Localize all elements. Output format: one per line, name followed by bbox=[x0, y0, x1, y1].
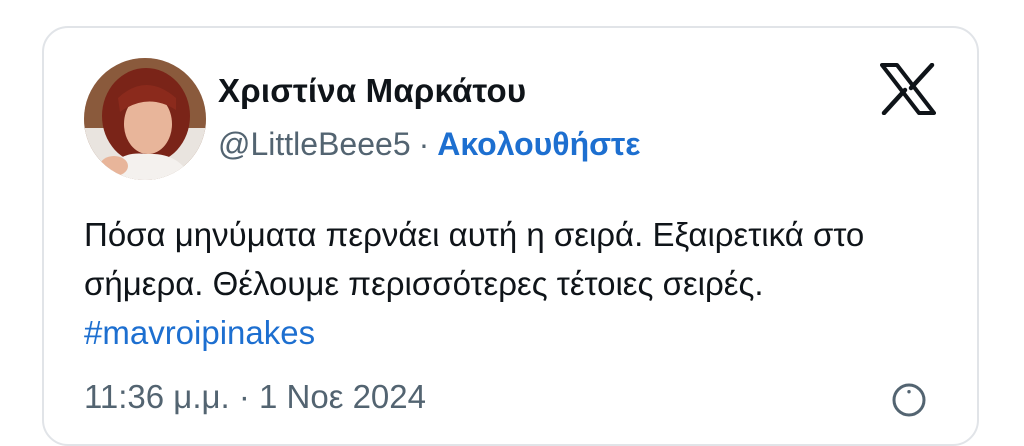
separator-dot: · bbox=[418, 126, 430, 162]
info-icon[interactable] bbox=[891, 382, 927, 418]
author-meta: @LittleBeee5 · Ακολουθήστε bbox=[218, 126, 640, 163]
tweet-timestamp[interactable]: 11:36 μ.μ. · 1 Νοε 2024 bbox=[84, 378, 426, 416]
author-handle[interactable]: @LittleBeee5 bbox=[218, 126, 411, 162]
author-name[interactable]: Χριστίνα Μαρκάτου bbox=[218, 72, 526, 110]
hashtag-link[interactable]: #mavroipinakes bbox=[84, 314, 315, 351]
follow-button[interactable]: Ακολουθήστε bbox=[437, 126, 640, 162]
tweet-text: Πόσα μηνύματα περνάει αυτή η σειρά. Εξαι… bbox=[84, 210, 944, 357]
avatar[interactable] bbox=[84, 58, 206, 180]
x-logo-icon[interactable] bbox=[880, 62, 936, 116]
tweet-body: Πόσα μηνύματα περνάει αυτή η σειρά. Εξαι… bbox=[84, 216, 865, 302]
